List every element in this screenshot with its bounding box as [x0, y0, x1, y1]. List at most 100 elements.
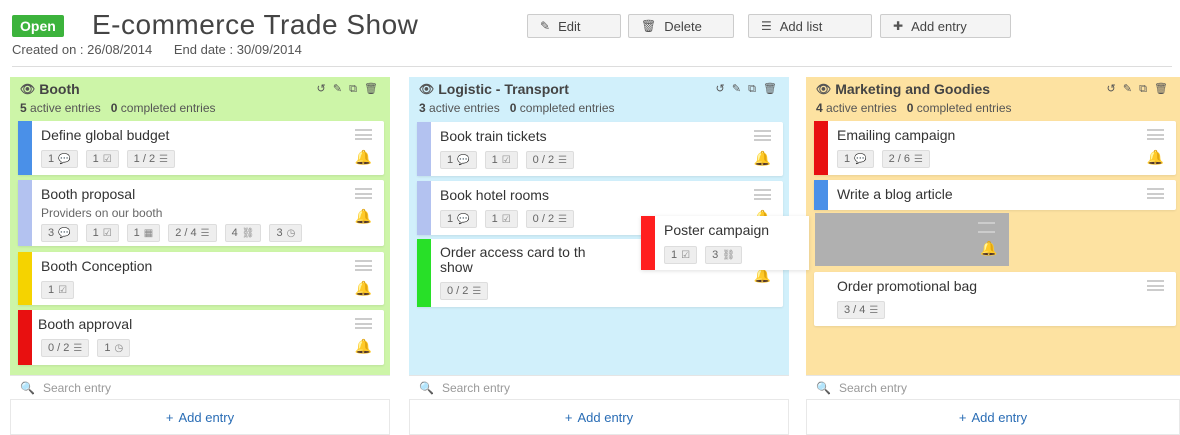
edit-button[interactable]: ✎ Edit — [527, 14, 621, 38]
card-menu-icon[interactable] — [1147, 280, 1164, 291]
card-title: Emailing campaign — [837, 127, 956, 143]
card-menu-icon[interactable] — [754, 130, 771, 141]
card-title: Book hotel rooms — [440, 187, 549, 203]
plus-icon: + — [958, 409, 967, 425]
check-icon: ☑ — [681, 249, 691, 261]
add-entry-header-button[interactable]: ✚ Add entry — [880, 14, 1011, 38]
add-entry-button[interactable]: + Add entry — [10, 399, 390, 435]
card-menu-icon — [978, 222, 995, 233]
list-tools: ↺ ✎ ⧉ 🗑 — [716, 82, 779, 96]
list-tools: ↺ ✎ ⧉ 🗑 — [317, 82, 380, 96]
entry-card[interactable]: Booth approval 🔔 0 / 2 ☰ 1 ◷ — [18, 310, 384, 365]
links-badge: 4 ⛓ — [224, 224, 262, 242]
entry-card[interactable]: Booth Conception 🔔 1 ☑ — [18, 252, 384, 305]
bell-icon[interactable]: 🔔 — [355, 208, 372, 225]
delete-button[interactable]: 🗑 Delete — [628, 14, 734, 38]
bell-icon[interactable]: 🔔 — [355, 149, 372, 166]
entry-card[interactable]: Write a blog article — [814, 180, 1176, 210]
card-badges: 3 / 4 ☰ — [837, 301, 886, 319]
delete-button-label: Delete — [664, 18, 702, 34]
card-badges: 1 💬 2 / 6 ☰ — [837, 150, 930, 168]
card-color-bar — [814, 180, 828, 210]
list-stats: 4 active entries 0 completed entries — [816, 101, 1170, 115]
card-color-bar — [417, 239, 431, 307]
card-menu-icon[interactable] — [754, 189, 771, 200]
list-icon: ☰ — [558, 213, 568, 225]
plus-icon: ✚ — [893, 19, 904, 33]
search-input[interactable]: 🔍 Search entry — [806, 375, 1180, 399]
card-color-bar — [18, 252, 32, 305]
list-stats: 5 active entries 0 completed entries — [20, 101, 380, 115]
comment-icon: 💬 — [854, 153, 867, 165]
bell-icon: 🔔 — [980, 240, 998, 256]
comments-badge: 1 💬 — [41, 150, 78, 168]
copy-icon[interactable]: ⧉ — [349, 83, 359, 95]
copy-icon[interactable]: ⧉ — [748, 83, 758, 95]
board-dates: Created on : 26/08/2014 End date : 30/09… — [12, 42, 320, 57]
checklist-badge: 0 / 2 ☰ — [41, 339, 90, 357]
entry-card[interactable]: Order promotional bag 3 / 4 ☰ — [814, 272, 1176, 326]
eye-icon[interactable]: 👁 — [419, 82, 434, 96]
bell-icon[interactable]: 🔔 — [355, 338, 372, 355]
check-icon: ☑ — [102, 153, 112, 165]
card-badges: 3 💬 1 ☑ 1 ▦ 2 / 4 ☰ 4 ⛓ 3 ◷ — [41, 224, 303, 242]
card-menu-icon[interactable] — [355, 260, 372, 271]
list-icon: ☰ — [73, 342, 83, 354]
card-color-bar — [814, 121, 828, 175]
add-list-button[interactable]: ☰ Add list — [748, 14, 872, 38]
checks-badge: 1 ☑ — [85, 150, 119, 168]
checklist-badge: 1 / 2 ☰ — [126, 150, 176, 168]
bell-icon[interactable]: 🔔 — [355, 280, 372, 297]
bell-icon[interactable]: 🔔 — [1147, 149, 1164, 166]
pencil-icon[interactable]: ✎ — [1123, 83, 1134, 95]
trash-icon[interactable]: 🗑 — [364, 83, 380, 95]
search-input[interactable]: 🔍 Search entry — [409, 375, 789, 399]
trash-icon[interactable]: 🗑 — [763, 83, 779, 95]
copy-icon[interactable]: ⧉ — [1139, 83, 1149, 95]
card-color-bar — [417, 181, 431, 235]
history-icon[interactable]: ↺ — [716, 83, 727, 95]
dragging-card[interactable]: Poster campaign 1 ☑ 3 ⛓ — [641, 216, 809, 270]
card-menu-icon[interactable] — [355, 318, 372, 329]
card-title: Book train tickets — [440, 128, 547, 144]
card-color-bar — [18, 121, 32, 175]
pencil-icon: ✎ — [540, 19, 551, 33]
card-badges: 1 💬 1 ☑ 0 / 2 ☰ — [440, 151, 575, 169]
search-placeholder: Search entry — [42, 380, 111, 395]
bell-icon[interactable]: 🔔 — [754, 150, 771, 167]
list-title-text: Marketing and Goodies — [835, 81, 991, 97]
checks-badge: 1 ☑ — [664, 246, 698, 264]
entry-card[interactable]: Book train tickets 🔔 1 💬 1 ☑ 0 / 2 ☰ — [417, 122, 783, 176]
card-color-bar — [18, 180, 32, 246]
history-icon[interactable]: ↺ — [317, 83, 328, 95]
entry-card[interactable]: Booth proposal Providers on our booth 🔔 … — [18, 180, 384, 246]
entry-card[interactable]: Define global budget 🔔 1 💬 1 ☑ 1 / 2 ☰ — [18, 121, 384, 175]
add-list-button-label: Add list — [779, 18, 823, 34]
card-color-bar — [417, 122, 431, 176]
card-menu-icon[interactable] — [355, 129, 372, 140]
pencil-icon[interactable]: ✎ — [732, 83, 743, 95]
card-menu-icon[interactable] — [355, 188, 372, 199]
active-label: active entries — [429, 101, 500, 115]
card-menu-icon[interactable] — [1147, 188, 1164, 199]
eye-icon[interactable]: 👁 — [816, 82, 831, 96]
search-input[interactable]: 🔍 Search entry — [10, 375, 390, 399]
card-title: Define global budget — [41, 127, 170, 143]
card-subtitle: Providers on our booth — [41, 206, 163, 220]
card-title: Booth approval — [38, 316, 133, 332]
trash-icon[interactable]: 🗑 — [1154, 83, 1170, 95]
links-badge: 3 ⛓ — [705, 246, 742, 264]
add-entry-button[interactable]: + Add entry — [409, 399, 789, 435]
entry-card[interactable]: Emailing campaign 🔔 1 💬 2 / 6 ☰ — [814, 121, 1176, 175]
checklist-badge: 3 / 4 ☰ — [837, 301, 886, 319]
card-menu-icon[interactable] — [1147, 129, 1164, 140]
eye-icon[interactable]: 👁 — [20, 82, 35, 96]
pencil-icon[interactable]: ✎ — [333, 83, 344, 95]
end-date: End date : 30/09/2014 — [173, 42, 302, 57]
card-badges: 0 / 2 ☰ — [440, 282, 489, 300]
checklist-badge: 0 / 2 ☰ — [440, 282, 489, 300]
history-icon[interactable]: ↺ — [1107, 83, 1118, 95]
add-entry-button[interactable]: + Add entry — [806, 399, 1180, 435]
check-icon: ☑ — [58, 284, 68, 296]
link-icon: ⛓ — [241, 227, 255, 239]
